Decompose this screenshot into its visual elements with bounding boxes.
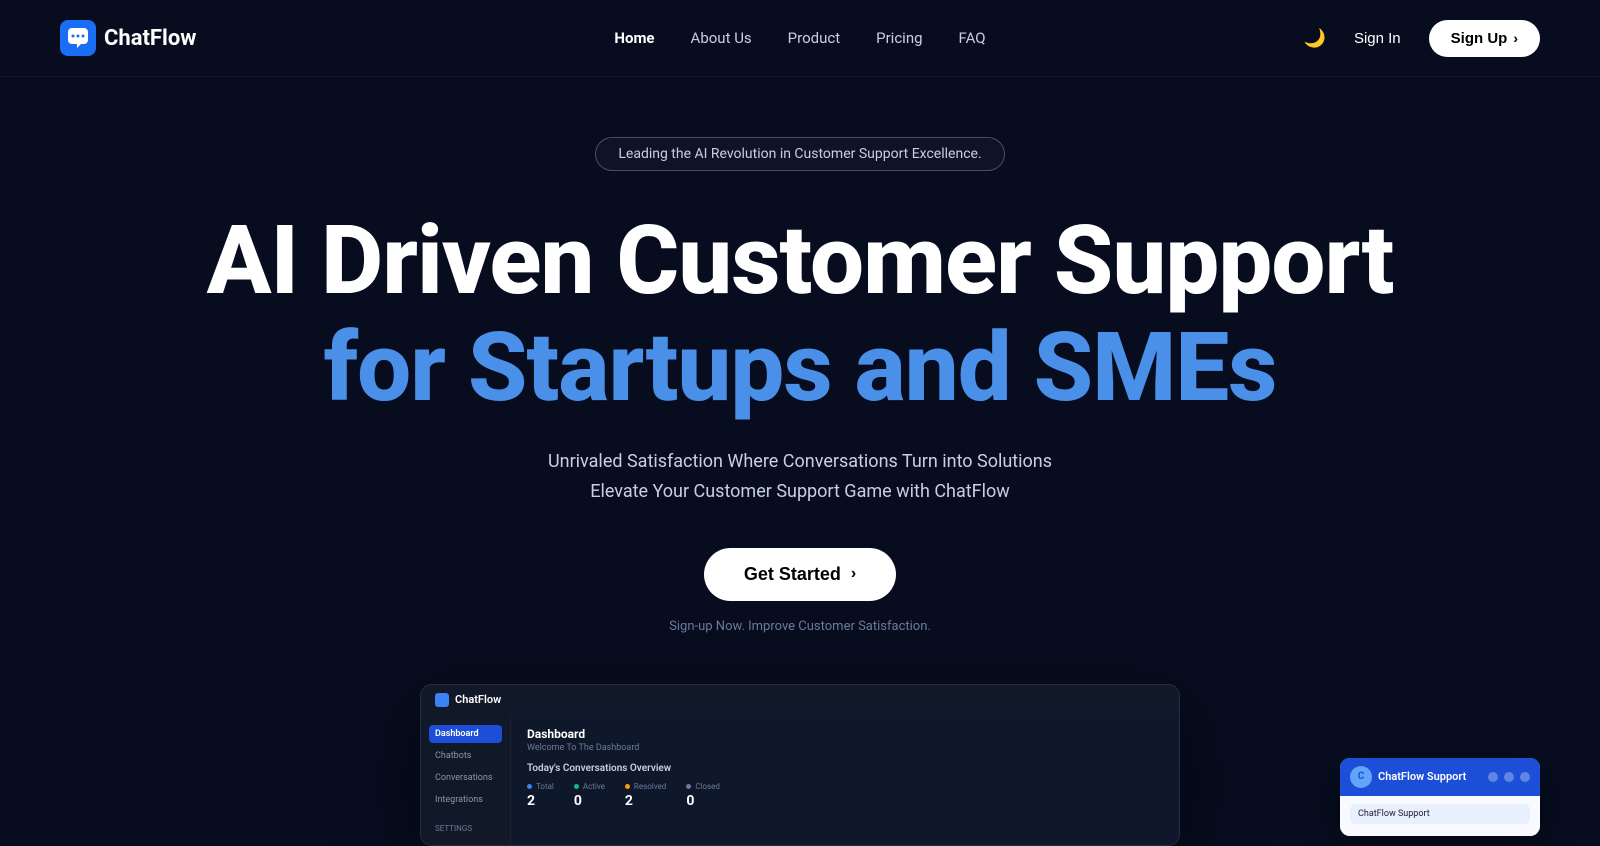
db-stat-resolved-label: Resolved <box>625 782 666 791</box>
hero-section: Leading the AI Revolution in Customer Su… <box>0 77 1600 634</box>
chat-widget-minimize-icon[interactable] <box>1488 772 1498 782</box>
db-stat-closed-value: 0 <box>686 793 720 809</box>
db-sidebar: Dashboard Chatbots Conversations Integra… <box>421 715 511 845</box>
hero-subtitle-line2: Elevate Your Customer Support Game with … <box>590 481 1010 502</box>
dashboard-mockup: ChatFlow Dashboard Chatbots Conversation… <box>420 684 1180 846</box>
hero-subtitle-line1: Unrivaled Satisfaction Where Conversatio… <box>548 451 1052 472</box>
db-stat-active: Active 0 <box>574 782 605 809</box>
db-overview-title: Today's Conversations Overview <box>527 763 1163 774</box>
db-sidebar-settings-label: SETTINGS <box>429 822 502 835</box>
db-main-content: Dashboard Welcome To The Dashboard Today… <box>511 715 1179 845</box>
db-stat-closed: Closed 0 <box>686 782 720 809</box>
chat-widget-title: ChatFlow Support <box>1378 770 1466 783</box>
hero-badge: Leading the AI Revolution in Customer Su… <box>595 137 1004 171</box>
sign-up-button[interactable]: Sign Up › <box>1429 20 1540 57</box>
chat-widget-expand-icon[interactable] <box>1504 772 1514 782</box>
chat-widget-avatar: C <box>1350 766 1372 788</box>
nav-link-about[interactable]: About Us <box>691 29 752 47</box>
db-main-subtitle: Welcome To The Dashboard <box>527 743 1163 753</box>
sign-up-label: Sign Up <box>1451 30 1508 47</box>
nav-link-faq[interactable]: FAQ <box>959 29 986 47</box>
nav-link-product[interactable]: Product <box>788 29 840 47</box>
brand-logo[interactable]: ChatFlow <box>60 20 196 56</box>
db-stat-resolved-value: 2 <box>625 793 666 809</box>
chat-widget-title-row: C ChatFlow Support <box>1350 766 1466 788</box>
db-logo: ChatFlow <box>435 693 501 707</box>
get-started-button[interactable]: Get Started › <box>704 548 896 601</box>
db-stat-active-value: 0 <box>574 793 605 809</box>
chat-widget-overlay: C ChatFlow Support ChatFlow Support <box>1340 758 1540 836</box>
nav-right-actions: 🌙 Sign In Sign Up › <box>1304 20 1540 57</box>
nav-link-pricing[interactable]: Pricing <box>876 29 922 47</box>
chat-widget-header: C ChatFlow Support <box>1340 758 1540 796</box>
db-stat-closed-label: Closed <box>686 782 720 791</box>
db-logo-dot <box>435 693 449 707</box>
hero-subtitle: Unrivaled Satisfaction Where Conversatio… <box>548 447 1052 508</box>
db-stat-total: Total 2 <box>527 782 554 809</box>
db-stat-resolved-dot <box>625 784 630 789</box>
dashboard-body: Dashboard Chatbots Conversations Integra… <box>421 715 1179 845</box>
chat-message: ChatFlow Support <box>1350 804 1530 824</box>
hero-title-line2: for Startups and SMEs <box>324 318 1277 419</box>
nav-links-group: Home About Us Product Pricing FAQ <box>614 29 985 47</box>
db-stat-closed-dot <box>686 784 691 789</box>
sign-in-button[interactable]: Sign In <box>1354 30 1401 47</box>
chatflow-logo-icon <box>60 20 96 56</box>
hero-title-white: AI Driven Customer Support <box>207 205 1394 317</box>
dashboard-topbar: ChatFlow <box>421 685 1179 715</box>
chat-widget-close-icon[interactable] <box>1520 772 1530 782</box>
hero-title-line1: AI Driven Customer Support <box>207 211 1394 312</box>
db-sidebar-integrations[interactable]: Integrations <box>429 791 502 809</box>
navbar: ChatFlow Home About Us Product Pricing F… <box>0 0 1600 77</box>
db-stat-total-dot <box>527 784 532 789</box>
sign-up-arrow-icon: › <box>1513 30 1518 46</box>
nav-link-home[interactable]: Home <box>614 29 654 47</box>
db-stats-row: Total 2 Active 0 Resol <box>527 782 1163 809</box>
db-stat-active-dot <box>574 784 579 789</box>
db-main-title: Dashboard <box>527 727 1163 741</box>
hero-title-blue: for Startups and SMEs <box>324 312 1277 424</box>
chat-widget-body: ChatFlow Support <box>1340 796 1540 836</box>
db-stat-active-label: Active <box>574 782 605 791</box>
db-stat-total-label: Total <box>527 782 554 791</box>
dashboard-preview-section: ChatFlow Dashboard Chatbots Conversation… <box>0 684 1600 846</box>
get-started-arrow-icon: › <box>851 565 856 583</box>
db-sidebar-conversations[interactable]: Conversations <box>429 769 502 787</box>
hero-footnote: Sign-up Now. Improve Customer Satisfacti… <box>669 619 931 634</box>
db-stat-resolved: Resolved 2 <box>625 782 666 809</box>
db-sidebar-dashboard[interactable]: Dashboard <box>429 725 502 743</box>
db-sidebar-chatbots[interactable]: Chatbots <box>429 747 502 765</box>
get-started-label: Get Started <box>744 564 841 585</box>
db-brand-name: ChatFlow <box>455 693 501 706</box>
db-stat-total-value: 2 <box>527 793 554 809</box>
chat-widget-controls <box>1488 772 1530 782</box>
dark-mode-toggle-icon[interactable]: 🌙 <box>1304 28 1326 49</box>
brand-name: ChatFlow <box>104 26 196 51</box>
